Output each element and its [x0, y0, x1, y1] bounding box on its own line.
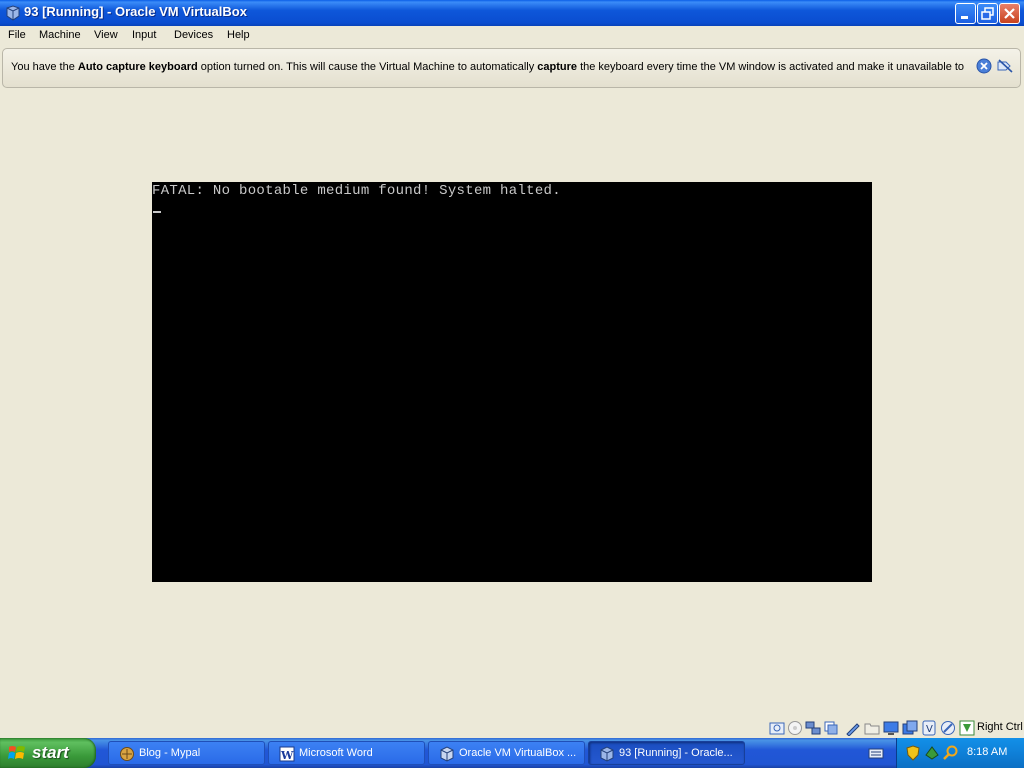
start-label: start — [32, 743, 69, 762]
close-icon[interactable] — [976, 58, 992, 74]
keyboard-capture-icon[interactable] — [940, 720, 956, 736]
title-bar[interactable]: 93 [Running] - Oracle VM VirtualBox — [0, 0, 1024, 26]
virtualbox-icon — [440, 746, 454, 762]
close-button[interactable] — [999, 3, 1020, 24]
text-cursor — [153, 211, 161, 213]
notice-text-part: the keyboard every time the VM window is… — [577, 61, 965, 73]
restore-button[interactable] — [977, 3, 998, 24]
menu-devices[interactable]: Devices — [174, 29, 213, 41]
restore-icon — [981, 7, 994, 20]
shared-folders-icon[interactable] — [845, 720, 861, 736]
task-label: Oracle VM VirtualBox ... — [459, 747, 577, 759]
optical-drive-icon[interactable] — [787, 720, 803, 736]
notice-text: You have the Auto capture keyboard optio… — [11, 61, 964, 73]
word-icon: W — [279, 746, 295, 762]
menu-view[interactable]: View — [94, 29, 118, 41]
close-icon — [1004, 8, 1015, 19]
window-title: 93 [Running] - Oracle VM VirtualBox — [24, 4, 247, 19]
video-capture-icon[interactable] — [883, 720, 899, 736]
menu-help[interactable]: Help — [227, 29, 250, 41]
start-button[interactable]: start — [0, 738, 96, 768]
usb-icon[interactable] — [823, 720, 839, 736]
boot-error-message: FATAL: No bootable medium found! System … — [152, 183, 561, 199]
notice-bold-capture: capture — [537, 61, 578, 73]
notice-bold-option: Auto capture keyboard — [77, 61, 198, 73]
task-virtualbox-manager[interactable]: Oracle VM VirtualBox ... — [428, 741, 585, 765]
display-icon[interactable] — [864, 720, 880, 736]
notice-text-part: option turned on. This will cause the Vi… — [197, 61, 538, 73]
vm-display[interactable]: FATAL: No bootable medium found! System … — [152, 182, 872, 582]
hard-disk-icon[interactable] — [769, 720, 785, 736]
minimize-icon — [961, 16, 968, 19]
virtualization-icon[interactable] — [902, 720, 918, 736]
task-vm-running[interactable]: 93 [Running] - Oracle... — [588, 741, 745, 765]
menu-file[interactable]: File — [8, 29, 26, 41]
clock[interactable]: 8:18 AM — [967, 746, 1007, 758]
keyboard-language-icon[interactable] — [868, 745, 884, 761]
search-icon[interactable] — [943, 745, 959, 761]
notice-text-part: You have the — [11, 61, 78, 73]
minimize-button[interactable] — [955, 3, 976, 24]
menu-machine[interactable]: Machine — [39, 29, 81, 41]
network-status-icon[interactable] — [924, 745, 940, 761]
security-shield-icon[interactable] — [905, 745, 921, 761]
system-tray: 8:18 AM — [896, 738, 1024, 768]
svg-text:W: W — [280, 749, 294, 762]
task-label: Microsoft Word — [299, 747, 373, 759]
windows-logo-icon — [8, 746, 25, 759]
dont-show-again-icon[interactable] — [996, 58, 1014, 74]
task-label: 93 [Running] - Oracle... — [619, 747, 733, 759]
task-label: Blog - Mypal — [139, 747, 201, 759]
auto-capture-notice: You have the Auto capture keyboard optio… — [2, 48, 1021, 88]
network-icon[interactable] — [805, 720, 821, 736]
svg-text:V: V — [926, 724, 933, 735]
task-blog-mypal[interactable]: Blog - Mypal — [108, 741, 265, 765]
virtualbox-vm-icon — [600, 746, 614, 762]
virtualbox-icon — [6, 5, 20, 21]
mypal-browser-icon — [120, 747, 134, 761]
virtualbox-screen: 93 [Running] - Oracle VM VirtualBox File… — [0, 0, 1024, 768]
host-key-label: Right Ctrl — [977, 721, 1023, 733]
mouse-integration-icon[interactable]: V — [921, 720, 937, 736]
menu-bar: File Machine View Input Devices Help — [0, 26, 1024, 46]
menu-input[interactable]: Input — [132, 29, 156, 41]
task-microsoft-word[interactable]: W Microsoft Word — [268, 741, 425, 765]
keyboard-host-icon[interactable] — [959, 720, 975, 736]
